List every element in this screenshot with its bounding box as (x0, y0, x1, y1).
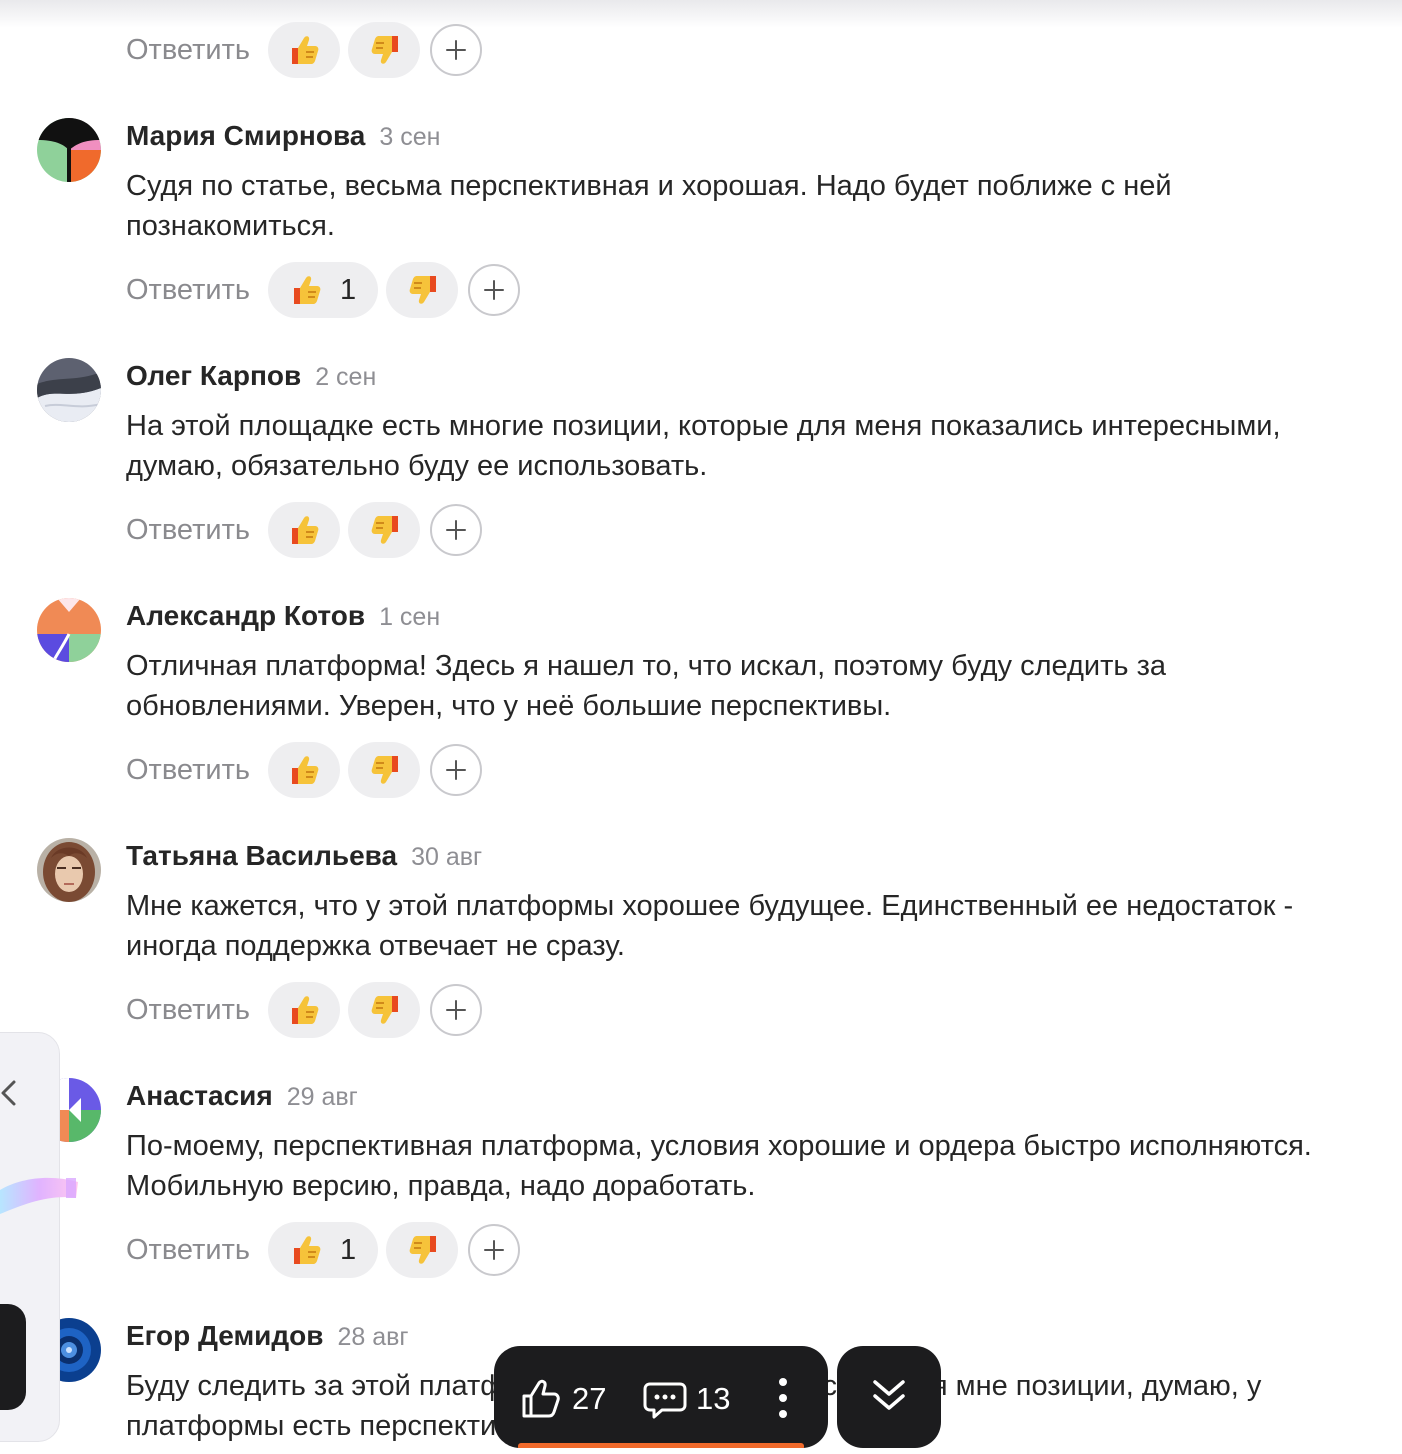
author-name[interactable]: Мария Смирнова (126, 120, 365, 151)
toolbar-like-button[interactable]: 27 (518, 1376, 606, 1422)
thumbs-up-icon (291, 756, 319, 784)
plus-icon (445, 1000, 466, 1020)
comment-item: Александр Котов 1 сен Отличная платформа!… (0, 580, 1402, 820)
bottom-toolbar: 27 13 (494, 1346, 828, 1448)
comment-actions: Ответить (126, 502, 482, 558)
comment-actions: Ответить 1 (126, 262, 521, 318)
plus-icon (484, 280, 505, 300)
comment-date: 29 авг (286, 1083, 358, 1111)
add-reaction-button[interactable] (429, 744, 482, 796)
chevron-left-icon[interactable] (0, 1078, 18, 1108)
toolbar-comment-count: 13 (696, 1381, 731, 1416)
comment-date: 28 авг (337, 1323, 409, 1351)
thumbs-up-outline-icon (522, 1379, 560, 1418)
like-reaction-button[interactable] (267, 742, 340, 798)
comment-header: Мария Смирнова 3 сен (126, 120, 440, 152)
thumbs-down-icon (371, 996, 398, 1024)
comment-date: 1 сен (379, 603, 441, 631)
like-reaction-button[interactable] (267, 22, 340, 78)
thumbs-up-icon (293, 1236, 321, 1264)
add-reaction-button[interactable] (429, 504, 482, 556)
author-name[interactable]: Анастасия (126, 1080, 273, 1111)
comment-header: Анастасия 29 авг (126, 1080, 358, 1112)
like-reaction-button[interactable]: 1 (267, 262, 379, 318)
add-reaction-button[interactable] (468, 264, 521, 316)
avatar[interactable] (37, 598, 101, 662)
dislike-reaction-button[interactable] (347, 502, 420, 558)
scroll-down-button[interactable] (837, 1346, 941, 1448)
thumbs-up-icon (293, 276, 321, 304)
comment-item: Анастасия 29 авг По-моему, перспективная … (0, 1060, 1402, 1300)
comment-text: Отличная платформа! Здесь я нашел то, чт… (126, 650, 1167, 722)
more-vertical-icon[interactable] (772, 1374, 794, 1422)
like-reaction-button[interactable]: 1 (267, 1222, 379, 1278)
plus-icon (445, 40, 466, 60)
add-reaction-button[interactable] (429, 24, 482, 76)
comment-actions: Ответить (126, 982, 482, 1038)
author-name[interactable]: Егор Демидов (126, 1320, 323, 1351)
thumbs-down-icon (409, 276, 437, 304)
thumbs-up-icon (291, 36, 319, 64)
thumbs-down-icon (371, 756, 398, 784)
reply-button[interactable]: Ответить (126, 1234, 250, 1267)
comment-text: На этой площадке есть многие позиции, ко… (126, 410, 1281, 482)
comment-date: 3 сен (379, 123, 441, 151)
comment-header: Александр Котов 1 сен (126, 600, 440, 632)
side-dark-tab[interactable] (0, 1304, 26, 1410)
comment-header: Егор Демидов 28 авг (126, 1320, 409, 1352)
promo-graphic (0, 1177, 78, 1214)
comment-item: Мария Смирнова 3 сен Судя по статье, весь… (0, 100, 1402, 340)
author-name[interactable]: Олег Карпов (126, 360, 301, 391)
avatar[interactable] (37, 118, 101, 182)
comment-text: По-моему, перспективная платформа, услов… (126, 1130, 1312, 1202)
like-reaction-button[interactable] (267, 502, 340, 558)
dislike-reaction-button[interactable] (347, 742, 420, 798)
plus-icon (445, 760, 466, 780)
reply-button[interactable]: Ответить (126, 994, 250, 1027)
thumbs-up-icon (291, 996, 319, 1024)
dislike-reaction-button[interactable] (386, 1222, 459, 1278)
comment-item: Олег Карпов 2 сен На этой площадке есть м… (0, 340, 1402, 580)
avatar[interactable] (37, 358, 101, 422)
comment-date: 30 авг (411, 843, 483, 871)
like-count: 1 (339, 1233, 357, 1266)
add-reaction-button[interactable] (468, 1224, 521, 1276)
reply-button[interactable]: Ответить (126, 34, 250, 67)
plus-icon (445, 520, 466, 540)
comment-actions: Ответить (126, 22, 482, 78)
comment-actions: Ответить (126, 742, 482, 798)
like-count: 1 (339, 273, 357, 306)
add-reaction-button[interactable] (429, 984, 482, 1036)
comment-item: Татьяна Васильева 30 авг Мне кажется, что… (0, 820, 1402, 1060)
thumbs-down-icon (371, 516, 398, 544)
dislike-reaction-button[interactable] (386, 262, 459, 318)
thumbs-down-icon (371, 36, 398, 64)
toolbar-comments-button[interactable]: 13 (642, 1376, 730, 1422)
comment-date: 2 сен (315, 363, 377, 391)
thumbs-up-icon (291, 516, 319, 544)
like-reaction-button[interactable] (267, 982, 340, 1038)
reply-button[interactable]: Ответить (126, 754, 250, 787)
author-name[interactable]: Татьяна Васильева (126, 840, 397, 871)
toolbar-accent-bar (518, 1443, 804, 1448)
comment-header: Татьяна Васильева 30 авг (126, 840, 482, 872)
comment-text: Мне кажется, что у этой платформы хороше… (126, 890, 1294, 962)
double-chevron-down-icon (873, 1380, 905, 1410)
reply-button[interactable]: Ответить (126, 514, 250, 547)
comment-actions: Ответить 1 (126, 1222, 521, 1278)
reply-button[interactable]: Ответить (126, 274, 250, 307)
comment-bubble-icon (643, 1382, 687, 1419)
comment-text: Судя по статье, весьма перспективная и х… (126, 170, 1172, 242)
author-name[interactable]: Александр Котов (126, 600, 365, 631)
dislike-reaction-button[interactable] (347, 982, 420, 1038)
avatar[interactable] (37, 838, 101, 902)
toolbar-like-count: 27 (572, 1381, 607, 1416)
thumbs-down-icon (409, 1236, 437, 1264)
dislike-reaction-button[interactable] (347, 22, 420, 78)
plus-icon (484, 1240, 505, 1260)
comment-header: Олег Карпов 2 сен (126, 360, 376, 392)
